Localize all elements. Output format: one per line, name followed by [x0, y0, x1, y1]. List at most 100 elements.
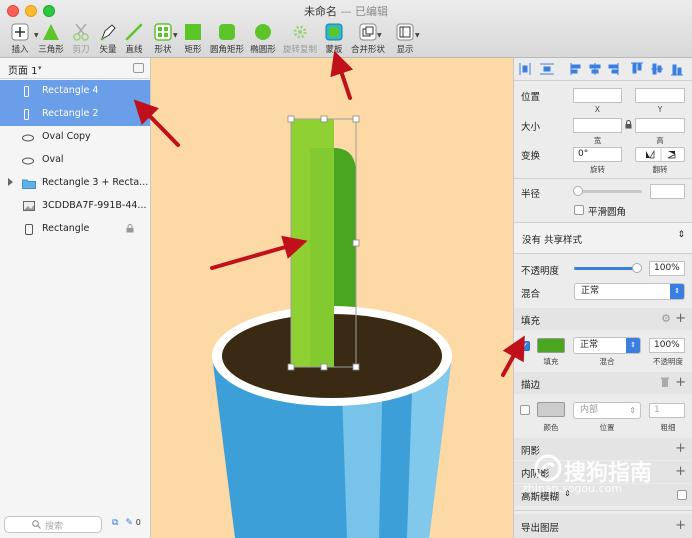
fill-blend-select[interactable]: 正常 ⇕: [573, 337, 641, 354]
layer-item[interactable]: Rectangle 2: [0, 103, 150, 126]
layer-item[interactable]: Rectangle 4: [0, 80, 150, 103]
layer-item[interactable]: Rectangle: [0, 218, 150, 241]
rotation-field[interactable]: 0°: [573, 147, 622, 162]
document-name: 未命名: [304, 5, 337, 18]
display-label: 显示: [396, 45, 414, 55]
border-position-label: 位置: [599, 423, 615, 432]
flip-label: 翻转: [652, 165, 668, 174]
export-section-header[interactable]: 导出图层 +: [514, 514, 692, 538]
updown-chevron-icon: ⇕: [670, 284, 684, 299]
radius-field[interactable]: [650, 184, 685, 199]
blend-mode-select[interactable]: 正常 ⇕: [574, 283, 685, 300]
opacity-label: 不透明度: [521, 266, 560, 277]
resize-handle[interactable]: [287, 115, 295, 123]
fill-section-label: 填充: [521, 316, 541, 327]
align-right-icon[interactable]: [608, 63, 619, 75]
blend-label: 混合: [521, 289, 541, 300]
align-bottom-icon[interactable]: [671, 64, 683, 76]
line-icon: [125, 23, 143, 41]
page-selector[interactable]: 页面 1 ▾: [0, 58, 150, 79]
resize-handle[interactable]: [352, 363, 360, 371]
border-color-swatch[interactable]: [537, 402, 565, 417]
x-label: X: [594, 105, 601, 114]
resize-handle[interactable]: [320, 363, 328, 371]
add-export-icon[interactable]: +: [675, 519, 686, 532]
fill-color-label: 填充: [543, 357, 559, 366]
layer-name: Rectangle: [42, 223, 90, 234]
border-width-label: 粗细: [660, 423, 676, 432]
shared-style-selector[interactable]: 没有 共享样式 ⇕: [514, 223, 692, 253]
layer-item[interactable]: 3CDDBA7F-991B-44...: [0, 195, 150, 218]
y-label: Y: [657, 105, 663, 114]
oval-layer-icon: [22, 134, 34, 142]
resize-handle[interactable]: [287, 363, 295, 371]
layer-item[interactable]: Oval: [0, 149, 150, 172]
resize-handle[interactable]: [287, 239, 295, 247]
border-width-field[interactable]: 1: [649, 403, 685, 418]
display-icon: [396, 23, 414, 41]
fill-enabled-checkbox[interactable]: ✓: [520, 341, 530, 351]
disclosure-triangle-icon[interactable]: [8, 178, 13, 186]
lock-aspect-icon[interactable]: [625, 120, 632, 129]
trash-icon[interactable]: [661, 377, 669, 387]
gear-icon[interactable]: ⚙: [661, 312, 671, 325]
height-label: 高: [656, 136, 664, 145]
plant-pot-artwork: [212, 115, 452, 538]
align-top-icon[interactable]: [631, 62, 643, 74]
copy-pages-icon[interactable]: ⧉: [112, 518, 118, 528]
triangle-icon: [43, 24, 59, 40]
collapse-pages-icon[interactable]: [133, 63, 144, 73]
radius-slider-track[interactable]: [578, 190, 642, 193]
opacity-field[interactable]: 100%: [649, 261, 685, 276]
smooth-corners-checkbox[interactable]: [574, 205, 584, 215]
layer-search-input[interactable]: 搜索: [4, 516, 102, 533]
fill-color-swatch[interactable]: [537, 338, 565, 353]
resize-handle[interactable]: [352, 115, 360, 123]
distribute-horizontal-icon[interactable]: [519, 63, 531, 75]
layer-name: 3CDDBA7F-991B-44...: [42, 200, 147, 211]
add-border-icon[interactable]: +: [675, 376, 686, 389]
canvas[interactable]: [151, 58, 513, 538]
height-field[interactable]: [635, 118, 685, 133]
fill-section-header: 填充 ⚙ +: [514, 308, 692, 330]
search-placeholder: 搜索: [45, 522, 64, 532]
transform-label: 变换: [521, 151, 541, 162]
align-left-icon[interactable]: [570, 63, 581, 75]
opacity-slider-track[interactable]: [574, 267, 638, 270]
align-center-icon[interactable]: [589, 63, 601, 75]
layer-list-sidebar: 页面 1 ▾ Rectangle 4 Rectangle 2 Oval Copy…: [0, 58, 151, 538]
rectangle-layer-icon: [25, 224, 33, 235]
layer-item[interactable]: Rectangle 3 + Recta...: [0, 172, 150, 195]
distribute-vertical-icon[interactable]: [540, 63, 554, 75]
leaf-overlap: [310, 148, 334, 367]
plus-icon: [11, 23, 29, 41]
border-position-value: 内部: [580, 405, 599, 415]
radius-label: 半径: [521, 189, 541, 200]
fill-opacity-label: 不透明度: [653, 357, 683, 366]
edit-icon[interactable]: ✎: [125, 518, 133, 528]
y-position-field[interactable]: [635, 88, 685, 103]
display-tool[interactable]: ▼ 显示: [385, 22, 425, 56]
add-fill-icon[interactable]: +: [675, 312, 686, 325]
rectangle-layer-icon: [24, 86, 29, 97]
flip-buttons[interactable]: [635, 147, 685, 162]
align-middle-icon[interactable]: [651, 63, 663, 75]
watermark-url: zhinan.sogou.com: [522, 482, 623, 495]
layer-item[interactable]: Oval Copy: [0, 126, 150, 149]
width-field[interactable]: [573, 118, 622, 133]
folder-icon: [22, 179, 36, 189]
border-color-label: 颜色: [543, 423, 559, 432]
border-position-select[interactable]: 内部 ⇕: [573, 402, 641, 419]
layer-name: Rectangle 2: [42, 108, 99, 119]
fill-opacity-field[interactable]: 100%: [649, 338, 685, 353]
page-label: 页面 1: [8, 66, 38, 77]
layer-name: Rectangle 4: [42, 85, 99, 96]
opacity-slider-thumb[interactable]: [632, 263, 642, 273]
lock-icon[interactable]: [126, 224, 134, 233]
border-enabled-checkbox[interactable]: [520, 405, 530, 415]
x-position-field[interactable]: [573, 88, 622, 103]
resize-handle[interactable]: [320, 115, 328, 123]
radius-slider-thumb[interactable]: [573, 186, 583, 196]
resize-handle[interactable]: [352, 239, 360, 247]
sogou-logo-icon: [534, 454, 562, 482]
